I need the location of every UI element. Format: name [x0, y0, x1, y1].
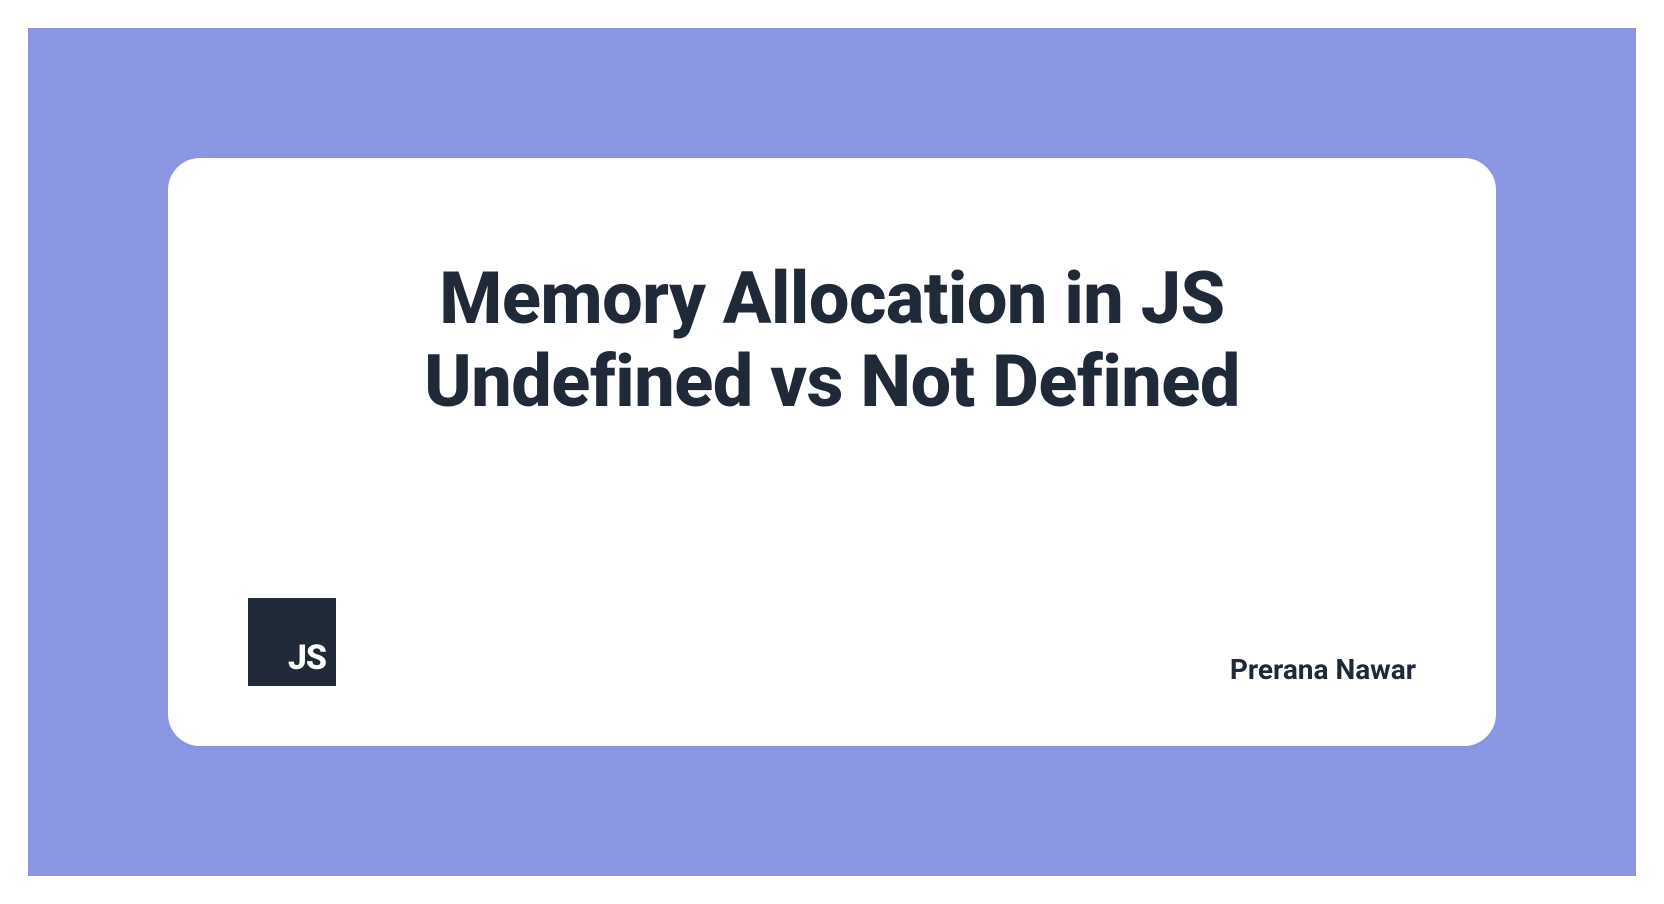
author-name: Prerana Nawar — [1230, 653, 1416, 686]
main-title: Memory Allocation in JS Undefined vs Not… — [248, 258, 1416, 424]
footer-row: JS Prerana Nawar — [248, 598, 1416, 686]
title-line-2: Undefined vs Not Defined — [424, 339, 1240, 424]
js-badge-text: JS — [288, 638, 326, 678]
js-logo-badge: JS — [248, 598, 336, 686]
outer-frame: Memory Allocation in JS Undefined vs Not… — [28, 28, 1636, 876]
title-line-1: Memory Allocation in JS — [439, 256, 1225, 341]
content-card: Memory Allocation in JS Undefined vs Not… — [168, 158, 1496, 746]
